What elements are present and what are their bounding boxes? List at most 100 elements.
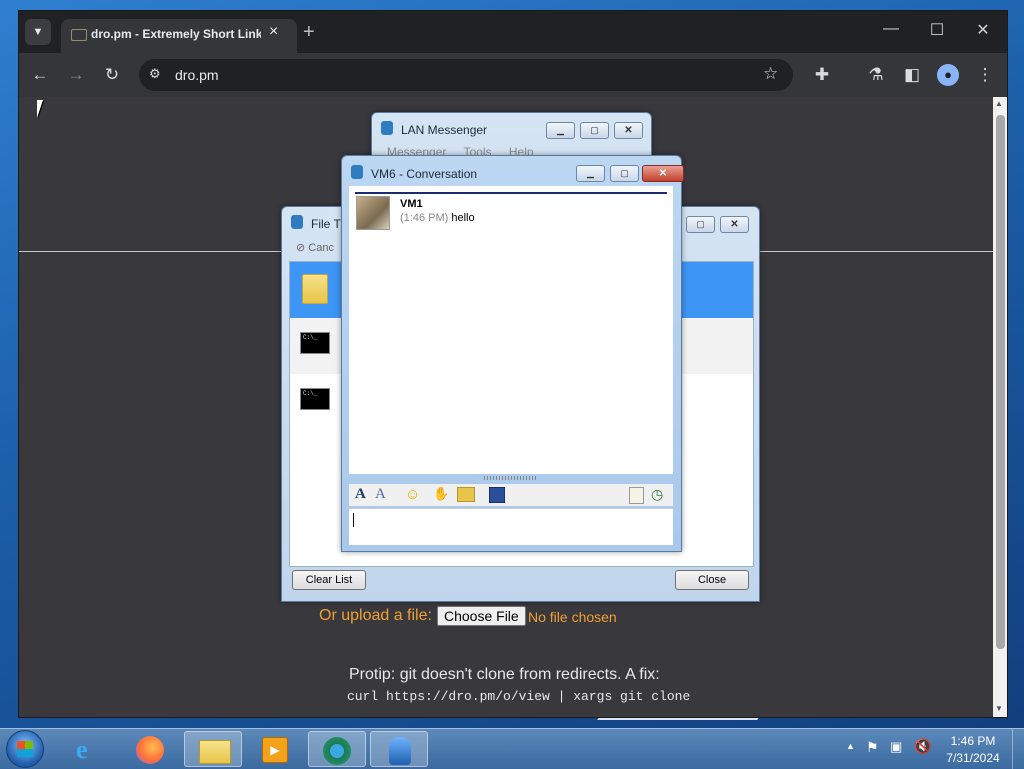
- lan-minimize-button[interactable]: ▁: [546, 122, 575, 139]
- clock-time[interactable]: 1:46 PM: [938, 734, 1008, 748]
- message-text: hello: [451, 212, 475, 224]
- minimize-icon: —: [883, 20, 899, 37]
- network-icon[interactable]: ▣: [890, 739, 902, 755]
- windows-logo-icon: [17, 741, 33, 757]
- taskbar-chrome[interactable]: [308, 731, 366, 767]
- url-text: dro.pm: [175, 67, 219, 83]
- taskbar-media-player[interactable]: ▶: [246, 731, 304, 767]
- message-line: (1:46 PM) hello: [400, 212, 475, 224]
- font-color-icon[interactable]: A: [375, 486, 386, 503]
- taskbar-firefox[interactable]: [122, 731, 180, 767]
- browser-toolbar: ← → ↻ ⚙ dro.pm ☆ ✚ ⚗ ◧ ● ⋮: [19, 53, 1007, 97]
- taskbar-explorer[interactable]: [184, 731, 242, 767]
- message-history: VM1 (1:46 PM) hello: [349, 186, 673, 474]
- internet-explorer-icon: e: [76, 735, 88, 764]
- lan-maximize-button[interactable]: ▢: [580, 122, 609, 139]
- emoticon-icon[interactable]: ☺: [405, 486, 420, 503]
- menu-button[interactable]: ⋮: [972, 62, 998, 88]
- message-input[interactable]: [349, 508, 673, 545]
- lan-messenger-title: LAN Messenger: [401, 123, 488, 137]
- lan-messenger-app-icon: [381, 121, 393, 135]
- font-icon[interactable]: A: [355, 486, 366, 503]
- protip-text: Protip: git doesn't clone from redirects…: [349, 666, 660, 683]
- conv-close-button[interactable]: ✕: [642, 165, 684, 182]
- tab-strip: ▼ dro.pm - Extremely Short Links × + — ☐…: [19, 11, 1007, 53]
- page-scrollbar[interactable]: ▲ ▼: [993, 97, 1007, 717]
- save-icon[interactable]: [489, 487, 505, 503]
- new-tab-button[interactable]: +: [303, 21, 315, 44]
- history-icon[interactable]: ◷: [651, 486, 663, 503]
- ft-close-button[interactable]: ✕: [720, 216, 749, 233]
- no-file-text: No file chosen: [528, 609, 617, 625]
- message-time: (1:46 PM): [400, 212, 449, 224]
- flask-icon: ⚗: [868, 65, 884, 84]
- side-panel-icon: ◧: [903, 65, 921, 84]
- chrome-icon: [323, 737, 351, 765]
- clear-list-button[interactable]: Clear List: [292, 570, 366, 590]
- address-bar[interactable]: ⚙ dro.pm ☆: [139, 59, 793, 91]
- taskbar-ie[interactable]: e: [60, 731, 118, 767]
- action-center-flag-icon[interactable]: ⚑: [866, 739, 879, 756]
- avatar: [356, 196, 390, 230]
- cancel-toolbar-button[interactable]: ⊘ Canc: [296, 241, 334, 254]
- send-file-icon[interactable]: [457, 487, 475, 502]
- media-player-icon: ▶: [262, 737, 288, 763]
- extensions-button[interactable]: ✚: [809, 62, 835, 88]
- export-icon[interactable]: [629, 487, 644, 504]
- firefox-icon: [136, 736, 164, 764]
- back-button[interactable]: ←: [27, 62, 53, 88]
- chevron-down-icon: ▼: [32, 26, 44, 38]
- show-desktop-button[interactable]: [1012, 729, 1024, 769]
- person-icon: ●: [944, 67, 952, 82]
- labs-button[interactable]: ⚗: [863, 62, 889, 88]
- conv-minimize-button[interactable]: ▁: [576, 165, 605, 182]
- reload-button[interactable]: ↻: [99, 62, 125, 88]
- file-transfer-title: File Tr: [311, 217, 345, 231]
- splitter-handle[interactable]: [484, 476, 538, 480]
- minimize-button[interactable]: —: [871, 20, 911, 38]
- lan-close-button[interactable]: ✕: [614, 122, 643, 139]
- console-icon: C:\_: [300, 332, 330, 354]
- arrow-left-icon: ←: [31, 65, 49, 84]
- cancel-icon: ⊘: [296, 242, 306, 254]
- clock-date[interactable]: 7/31/2024: [938, 751, 1008, 765]
- start-button[interactable]: [6, 730, 44, 768]
- conversation-app-icon: [351, 165, 363, 179]
- conversation-window: VM6 - Conversation ▁ ▢ ✕ VM1 (1:46 PM) h…: [341, 155, 684, 552]
- taskbar: e ▶ ▲ ⚑ ▣ 🔇 1:46 PM 7/31/2024: [0, 728, 1024, 769]
- show-hidden-icons-button[interactable]: ▲: [846, 741, 855, 751]
- maximize-icon: ☐: [929, 22, 945, 39]
- volume-muted-icon[interactable]: 🔇: [914, 738, 931, 755]
- ft-maximize-button[interactable]: ▢: [686, 216, 715, 233]
- compose-toolbar: A A ☺ ✋ ◷: [349, 484, 673, 506]
- choose-file-button[interactable]: Choose File: [437, 606, 526, 626]
- close-window-button[interactable]: ✕: [963, 20, 1003, 40]
- message-sender: VM1: [400, 198, 423, 210]
- tab-dro-pm[interactable]: dro.pm - Extremely Short Links ×: [61, 19, 297, 53]
- tab-close-button[interactable]: ×: [269, 23, 278, 41]
- site-info-icon[interactable]: ⚙: [149, 66, 161, 82]
- nudge-icon[interactable]: ✋: [433, 486, 449, 502]
- conv-maximize-button[interactable]: ▢: [610, 165, 639, 182]
- lan-messenger-icon: [389, 737, 411, 765]
- bookmark-star-icon[interactable]: ☆: [763, 64, 778, 84]
- close-button[interactable]: Close: [675, 570, 749, 590]
- profile-avatar[interactable]: ●: [937, 64, 959, 86]
- history-header-line: [355, 192, 667, 194]
- favicon-icon: [71, 29, 87, 41]
- scroll-up-icon[interactable]: ▲: [995, 99, 1003, 108]
- tab-search-button[interactable]: ▼: [25, 19, 51, 45]
- folder-icon: [302, 274, 328, 304]
- cancel-label: Canc: [308, 242, 334, 254]
- maximize-button[interactable]: ☐: [917, 20, 957, 40]
- file-transfer-app-icon: [291, 215, 303, 229]
- reload-icon: ↻: [104, 65, 120, 84]
- conversation-title: VM6 - Conversation: [371, 167, 478, 181]
- forward-button[interactable]: →: [63, 62, 89, 88]
- taskbar-lan-messenger[interactable]: [370, 731, 428, 767]
- scroll-down-icon[interactable]: ▼: [995, 704, 1003, 713]
- side-panel-button[interactable]: ◧: [899, 62, 925, 88]
- scroll-thumb[interactable]: [996, 115, 1005, 649]
- text-cursor: [353, 513, 354, 527]
- arrow-right-icon: →: [67, 65, 85, 84]
